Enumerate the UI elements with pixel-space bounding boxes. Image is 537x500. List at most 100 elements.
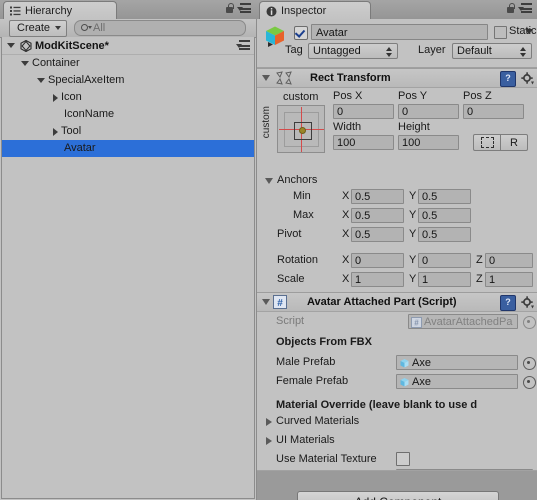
updown-arrows-icon: [520, 47, 527, 57]
chevron-right-icon[interactable]: [53, 93, 58, 102]
pivot-y-field[interactable]: 0.5: [418, 227, 471, 242]
axis-y-label: Y: [409, 254, 417, 266]
gameobject-header: Avatar Static Tag Untagged Layer Default: [257, 19, 537, 68]
create-button[interactable]: Create: [9, 19, 68, 37]
chevron-right-icon[interactable]: [53, 127, 58, 136]
scale-label: Scale: [277, 273, 305, 285]
inspector-panel: Inspector Avatar Static Tag Untagged Lay…: [256, 0, 537, 500]
chevron-right-icon[interactable]: [266, 437, 272, 445]
anchor-max-y-field[interactable]: 0.5: [418, 208, 471, 223]
gameobject-enabled-checkbox[interactable]: [294, 26, 308, 40]
avatar-script-header[interactable]: # Avatar Attached Part (Script) ?: [257, 292, 537, 312]
prefab-icon: [399, 377, 410, 388]
cs-script-icon: #: [411, 317, 422, 328]
search-input-value: All: [93, 22, 106, 34]
pos-z-field[interactable]: 0: [463, 104, 524, 119]
chevron-down-icon: [55, 26, 62, 30]
tab-hierarchy[interactable]: Hierarchy: [3, 1, 117, 20]
hierarchy-icon: [10, 6, 21, 16]
anchor-min-y-field[interactable]: 0.5: [418, 189, 471, 204]
chevron-down-icon[interactable]: [262, 299, 270, 305]
static-checkbox[interactable]: [494, 26, 507, 39]
tab-inspector-label: Inspector: [281, 5, 327, 17]
script-object-field[interactable]: # AvatarAttachedPa: [408, 314, 518, 329]
object-picker-icon[interactable]: [523, 357, 536, 370]
pos-x-label: Pos X: [333, 90, 363, 102]
object-picker-icon[interactable]: [523, 316, 536, 329]
anchor-preset-widget[interactable]: [277, 105, 325, 153]
rotation-x-field[interactable]: 0: [351, 253, 404, 268]
hierarchy-toolbar: Create All: [0, 19, 256, 38]
gameobject-name-field[interactable]: Avatar: [311, 24, 488, 40]
object-picker-icon[interactable]: [523, 376, 536, 389]
gear-icon[interactable]: [521, 72, 534, 85]
scene-kebab-menu-icon[interactable]: [236, 40, 250, 51]
hierarchy-scene-row[interactable]: ModKitScene*: [2, 37, 254, 55]
material-override-header: Material Override (leave blank to use d: [276, 399, 478, 411]
search-icon: [81, 23, 93, 33]
inspector-window-controls: [506, 3, 532, 14]
width-field[interactable]: 100: [333, 135, 394, 150]
rect-transform-header[interactable]: Rect Transform ?: [257, 68, 537, 88]
unity-editor-window: Hierarchy Create All ModKitScene* Contai…: [0, 0, 537, 500]
layer-dropdown[interactable]: Default: [452, 43, 532, 59]
gear-icon[interactable]: [521, 296, 534, 309]
axis-z-label: Z: [476, 273, 483, 285]
pivot-x-field[interactable]: 0.5: [351, 227, 404, 242]
hierarchy-item-iconname[interactable]: IconName: [2, 106, 254, 123]
chevron-right-icon[interactable]: [266, 418, 272, 426]
hierarchy-item-container[interactable]: Container: [2, 55, 254, 72]
static-dropdown-icon[interactable]: [525, 29, 533, 34]
anchors-label: Anchors: [277, 174, 318, 186]
chevron-down-icon[interactable]: [7, 43, 15, 48]
pivot-label: Pivot: [277, 228, 302, 240]
rect-transform-icon: [273, 71, 299, 85]
height-label: Height: [398, 121, 430, 133]
anchor-min-x-field[interactable]: 0.5: [351, 189, 404, 204]
scale-z-field[interactable]: 1: [485, 272, 533, 287]
female-prefab-field[interactable]: Axe: [396, 374, 518, 389]
raw-edit-mode-button[interactable]: R: [500, 134, 528, 151]
tab-inspector[interactable]: Inspector: [259, 1, 371, 20]
hierarchy-item-tool[interactable]: Tool: [2, 123, 254, 140]
width-label: Width: [333, 121, 362, 133]
chevron-down-icon[interactable]: [262, 75, 270, 81]
axis-y-label: Y: [409, 209, 417, 221]
anchor-preset-vertical-label: custom: [261, 106, 272, 139]
info-icon: [266, 6, 277, 17]
hierarchy-item-specialaxeitem[interactable]: SpecialAxeItem: [2, 72, 254, 89]
lock-icon[interactable]: [225, 3, 234, 14]
chevron-down-icon[interactable]: [37, 78, 45, 83]
tag-dropdown[interactable]: Untagged: [308, 43, 398, 59]
rotation-y-field[interactable]: 0: [418, 253, 471, 268]
tag-dropdown-value: Untagged: [313, 45, 361, 57]
pos-y-field[interactable]: 0: [398, 104, 459, 119]
blueprint-mode-button[interactable]: [473, 134, 501, 151]
scale-y-field[interactable]: 1: [418, 272, 471, 287]
use-material-texture-checkbox[interactable]: [396, 452, 410, 466]
chevron-down-icon[interactable]: [265, 178, 273, 184]
male-prefab-field[interactable]: Axe: [396, 355, 518, 370]
kebab-menu-icon[interactable]: [237, 3, 251, 14]
scene-name: ModKitScene*: [35, 39, 109, 52]
hierarchy-item-icon[interactable]: Icon: [2, 89, 254, 106]
help-book-icon[interactable]: ?: [500, 71, 516, 87]
curved-materials-label: Curved Materials: [276, 415, 360, 427]
lock-icon[interactable]: [506, 3, 515, 14]
hierarchy-item-avatar[interactable]: Avatar: [2, 140, 254, 157]
rotation-z-field[interactable]: 0: [485, 253, 533, 268]
pos-y-label: Pos Y: [398, 90, 428, 102]
scale-x-field[interactable]: 1: [351, 272, 404, 287]
chevron-down-icon[interactable]: [21, 61, 29, 66]
help-book-icon[interactable]: ?: [500, 295, 516, 311]
rect-transform-title: Rect Transform: [310, 72, 391, 84]
anchor-preset-inner: [279, 107, 324, 152]
pos-x-field[interactable]: 0: [333, 104, 394, 119]
height-field[interactable]: 100: [398, 135, 459, 150]
add-component-button[interactable]: Add Component: [297, 491, 499, 500]
anchor-max-x-field[interactable]: 0.5: [351, 208, 404, 223]
kebab-menu-icon[interactable]: [518, 3, 532, 14]
avatar-script-body: Script # AvatarAttachedPa Objects From F…: [257, 312, 537, 484]
anchor-preset-label: custom: [283, 91, 319, 103]
search-input[interactable]: All: [74, 20, 246, 36]
